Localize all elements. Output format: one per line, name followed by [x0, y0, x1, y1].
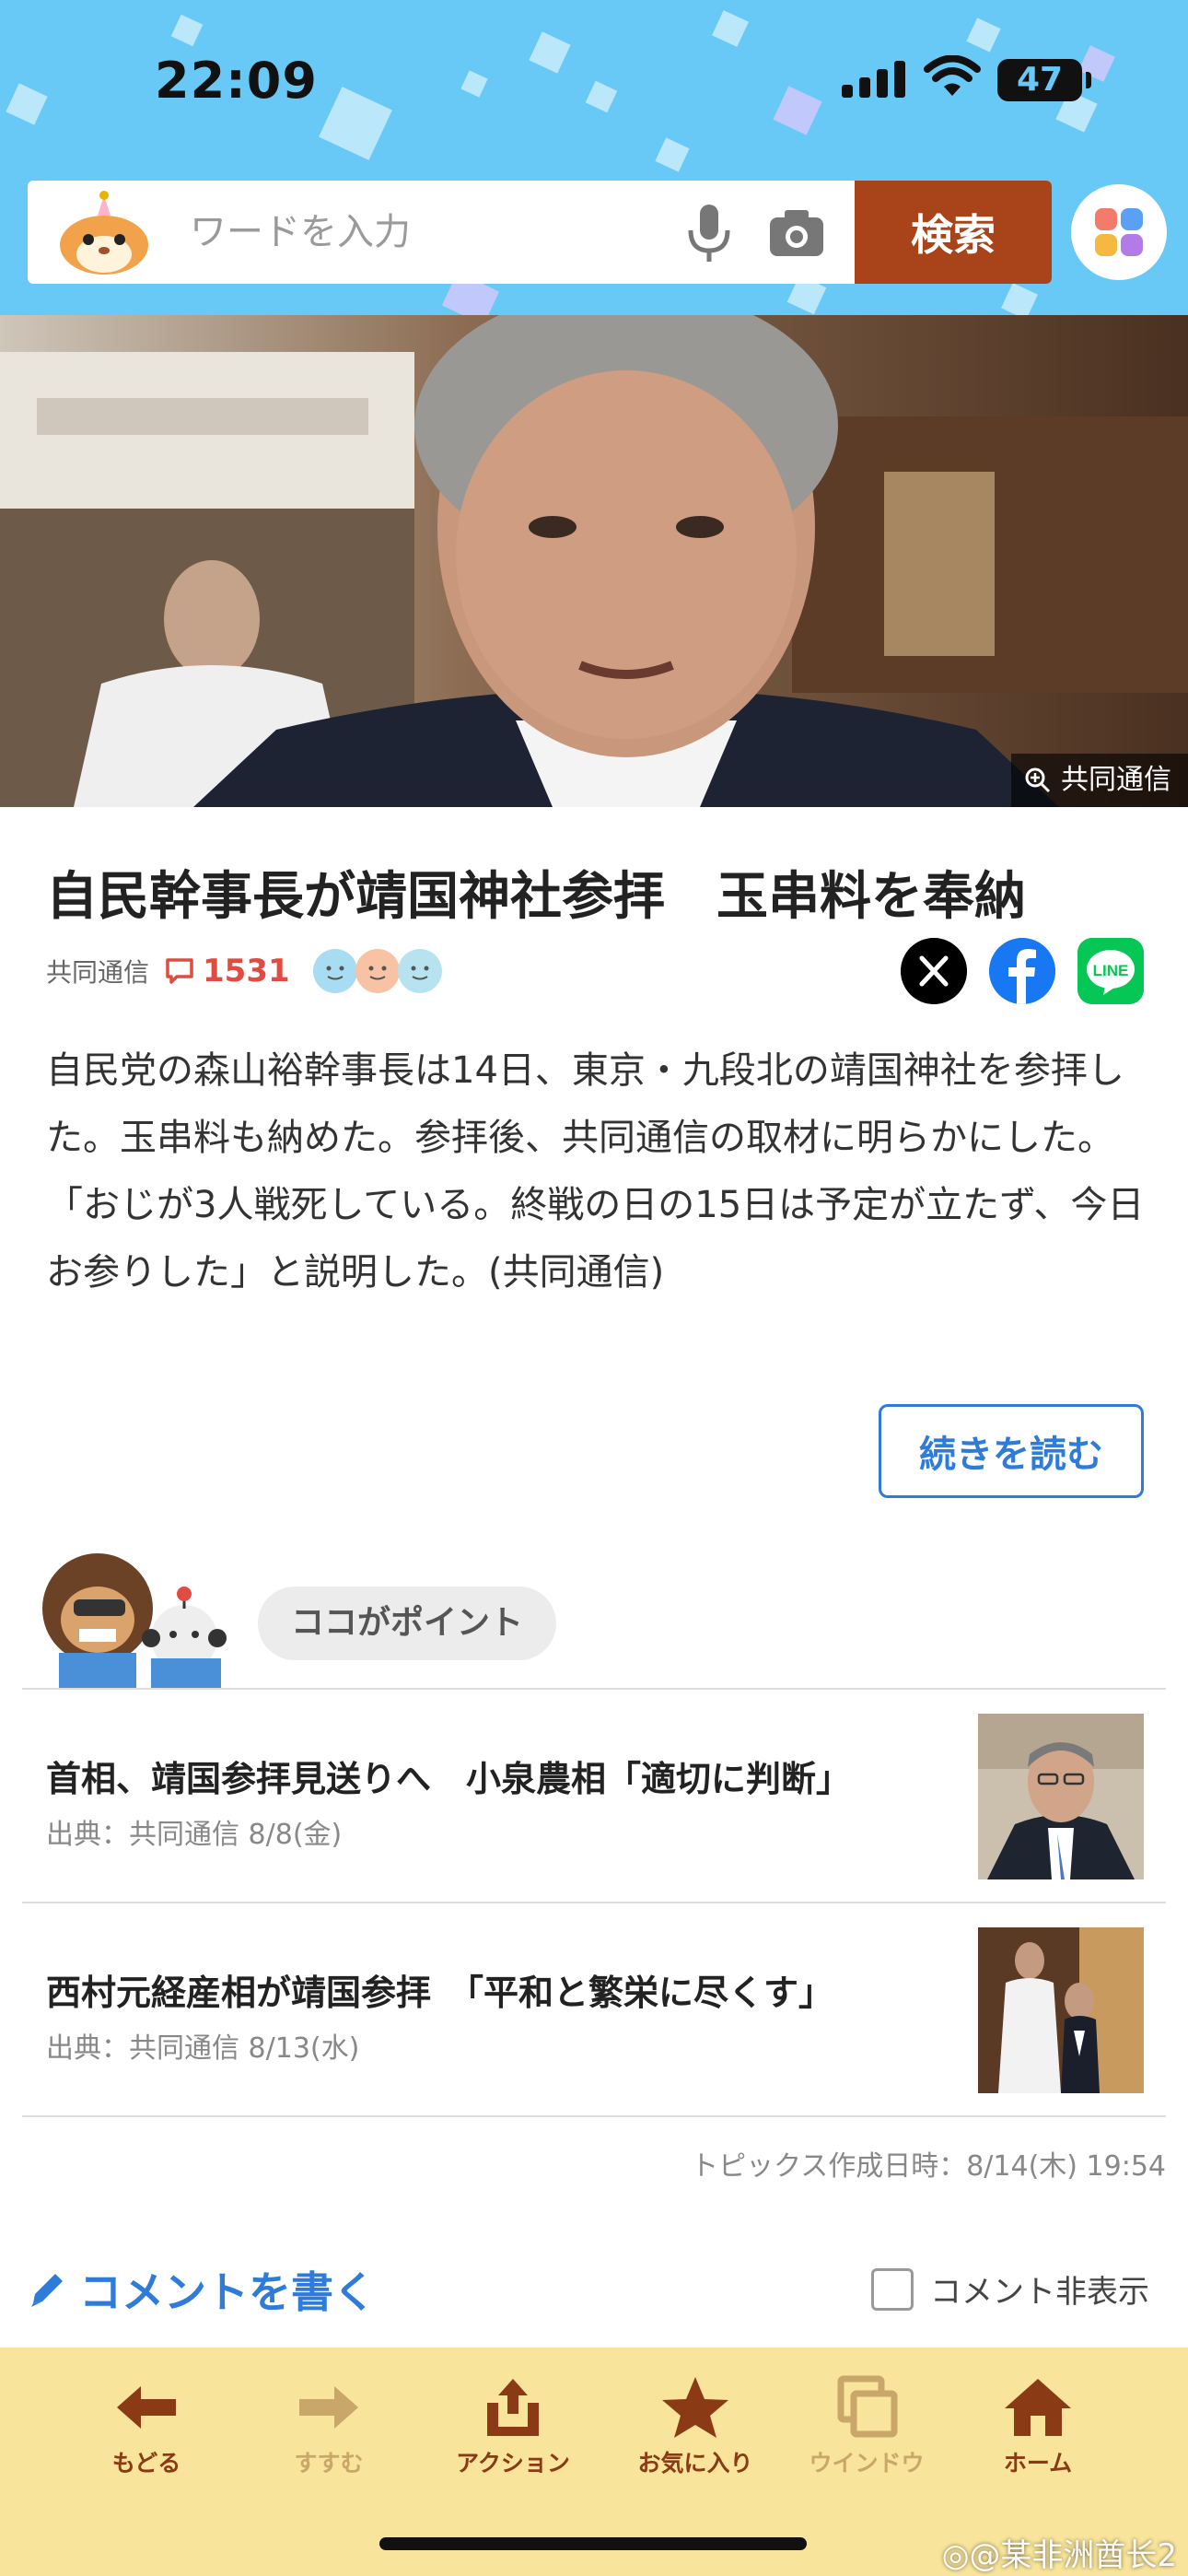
hero-photo[interactable]: 共同通信	[0, 315, 1188, 807]
reaction-faces[interactable]	[312, 948, 442, 994]
x-share-icon[interactable]	[901, 938, 967, 1004]
confetti-decoration	[655, 137, 690, 172]
related-topic-thumbnail	[978, 1714, 1144, 1879]
toolbar-favorites[interactable]: お気に入り	[608, 2375, 783, 2495]
write-comment-label: コメントを書く	[79, 2267, 376, 2317]
toolbar-back[interactable]: もどる	[59, 2375, 234, 2495]
toolbar-favorites-label: お気に入り	[637, 2450, 753, 2476]
photo-credit[interactable]: 共同通信	[1011, 754, 1188, 807]
confetti-decoration	[6, 83, 48, 125]
toolbar-home[interactable]: ホーム	[950, 2375, 1125, 2495]
photo-credit-label: 共同通信	[1061, 764, 1171, 796]
battery-icon: 47	[997, 59, 1091, 101]
related-topic-source: 出典：共同通信 8/8(金)	[46, 1819, 343, 1851]
read-more-button[interactable]: 続きを読む	[879, 1404, 1144, 1498]
confetti-decoration	[1001, 283, 1038, 315]
hide-comments-label: コメント非表示	[930, 2274, 1149, 2311]
back-arrow-icon	[117, 2386, 176, 2429]
comment-bubble-icon	[166, 958, 193, 984]
search-bar: 検索	[28, 181, 1052, 284]
microphone-icon[interactable]	[681, 201, 737, 265]
divider	[22, 2115, 1166, 2117]
confetti-decoration	[585, 80, 618, 113]
camera-icon[interactable]	[764, 201, 829, 265]
related-topic-item[interactable]: 西村元経産相が靖国参拝 「平和と繁栄に尽くす」 出典：共同通信 8/13(水)	[22, 1903, 1166, 2115]
facebook-share-icon[interactable]	[989, 938, 1055, 1004]
reaction-face-icon	[355, 949, 400, 993]
hide-comments-toggle[interactable]: コメント非表示	[871, 2266, 1149, 2312]
hero-image	[0, 315, 1188, 807]
topic-created-time: トピックス作成日時：8/14(木) 19:54	[691, 2150, 1166, 2183]
pencil-icon	[31, 2274, 63, 2307]
article-meta: 共同通信 1531	[46, 942, 442, 1001]
home-icon	[1005, 2379, 1071, 2436]
line-share-icon[interactable]: LINE	[1077, 938, 1144, 1004]
toolbar-forward-label: すすむ	[294, 2450, 364, 2476]
confetti-decoration	[170, 14, 204, 47]
svg-text:LINE: LINE	[1093, 962, 1129, 979]
comment-count[interactable]: 1531	[164, 953, 290, 989]
confetti-decoration	[1078, 45, 1115, 82]
related-topic-title: 西村元経産相が靖国参拝 「平和と繁栄に尽くす」	[46, 1973, 834, 2013]
toolbar-window-label: ウインドウ	[809, 2450, 925, 2476]
related-topic-item[interactable]: 首相、靖国参拝見送りへ 小泉農相「適切に判断」 出典：共同通信 8/8(金)	[22, 1690, 1166, 1902]
forward-arrow-icon	[299, 2386, 358, 2429]
article-title: 自民幹事長が靖国神社参拝 玉串料を奉納	[46, 867, 1026, 927]
window-icon	[837, 2375, 898, 2438]
related-topic-thumbnail	[978, 1927, 1144, 2093]
hide-comments-checkbox[interactable]	[871, 2267, 914, 2311]
confetti-decoration	[529, 31, 571, 74]
toolbar-forward[interactable]: すすむ	[241, 2375, 416, 2495]
confetti-decoration	[319, 87, 392, 160]
reaction-face-icon	[397, 949, 442, 993]
write-comment-link[interactable]: コメントを書く	[26, 2259, 376, 2320]
zoom-icon	[1025, 767, 1051, 793]
point-mascots-icon	[42, 1553, 227, 1690]
wifi-icon	[924, 55, 981, 96]
header: 22:09 47 検索	[0, 0, 1188, 315]
status-time: 22:09	[155, 52, 318, 110]
toolbar-back-label: もどる	[111, 2450, 181, 2476]
search-button[interactable]: 検索	[855, 181, 1052, 284]
toolbar-home-label: ホーム	[1003, 2450, 1073, 2476]
related-topic-title: 首相、靖国参拝見送りへ 小泉農相「適切に判断」	[46, 1759, 852, 1799]
toolbar-window[interactable]: ウインドウ	[779, 2375, 954, 2495]
search-input[interactable]	[190, 199, 669, 265]
article-source[interactable]: 共同通信	[46, 953, 149, 989]
related-topic-source: 出典：共同通信 8/13(水)	[46, 2032, 360, 2065]
confetti-decoration	[773, 86, 822, 135]
reaction-face-icon	[312, 949, 357, 993]
point-label: ココがポイント	[258, 1587, 556, 1660]
article-body: 自民党の森山裕幹事長は14日、東京・九段北の靖国神社を参拝した。玉串料も納めた。…	[46, 1049, 1145, 1294]
confetti-decoration	[460, 70, 488, 98]
comment-count-value: 1531	[203, 953, 290, 989]
share-icon	[487, 2379, 539, 2436]
mascot-icon	[60, 191, 148, 275]
star-icon	[662, 2377, 728, 2438]
watermark: ◎@某非洲酋长2	[941, 2537, 1177, 2574]
home-indicator	[379, 2537, 807, 2550]
cellular-signal-icon	[842, 61, 906, 98]
toolbar-action[interactable]: アクション	[425, 2375, 600, 2495]
assistant-app-icon[interactable]	[1071, 184, 1167, 280]
confetti-decoration	[712, 10, 749, 47]
toolbar-action-label: アクション	[456, 2450, 570, 2476]
confetti-decoration	[966, 18, 1001, 53]
